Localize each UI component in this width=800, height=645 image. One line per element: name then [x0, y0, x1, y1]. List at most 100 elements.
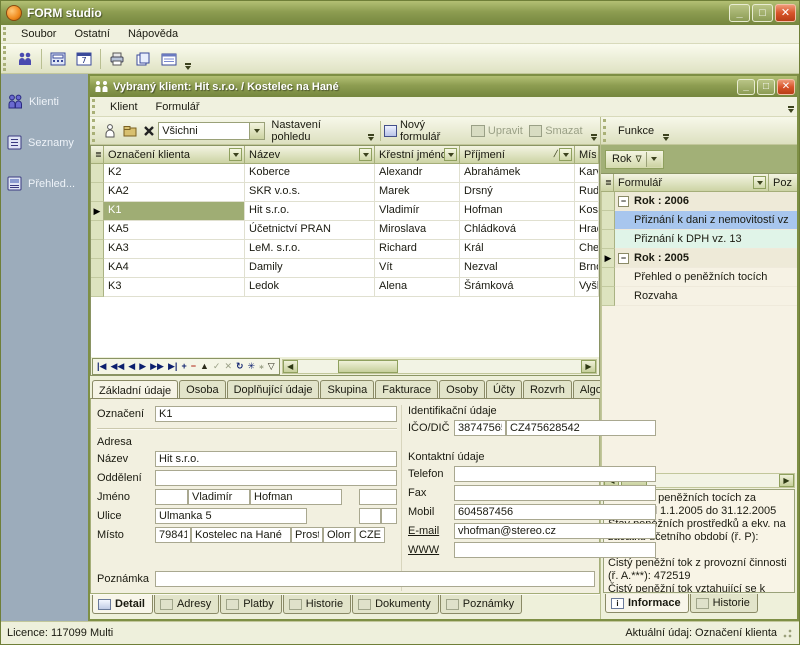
tab-dokumenty[interactable]: Dokumenty	[352, 595, 439, 614]
row-selector[interactable]	[602, 211, 615, 230]
grid-corner-button[interactable]: ≣	[91, 146, 104, 164]
collapse-icon[interactable]: −	[618, 196, 629, 207]
toolbar-overflow-button[interactable]	[182, 44, 194, 73]
email-field[interactable]	[454, 523, 656, 539]
tab-informace[interactable]: i Informace	[605, 594, 689, 613]
column-filter-icon[interactable]	[559, 148, 572, 161]
email-link-label[interactable]: E-mail	[408, 525, 454, 537]
row-selector[interactable]	[91, 240, 104, 259]
chevron-down-icon[interactable]	[249, 123, 264, 139]
tree-item-row[interactable]: Rozvaha	[602, 287, 797, 306]
client-close-button[interactable]: ✕	[777, 79, 795, 95]
nav-insert-button[interactable]: +	[179, 361, 188, 371]
minimize-button[interactable]: _	[729, 4, 750, 22]
table-row[interactable]: K3 Ledok Alena Šrámková Vyšk	[91, 278, 599, 297]
fax-field[interactable]	[454, 485, 656, 501]
titul-field[interactable]	[155, 489, 188, 505]
table-row[interactable]: KA5 Účetnictví PRAN Miroslava Chládková …	[91, 221, 599, 240]
scroll-right-icon[interactable]: ▶	[779, 474, 794, 487]
row-selector[interactable]	[602, 192, 615, 211]
tab-poznamky[interactable]: Poznámky	[440, 595, 522, 614]
ico-field[interactable]	[454, 420, 506, 436]
nav-prev-page-button[interactable]: ◀◀	[108, 361, 126, 372]
tab-detail[interactable]: Detail	[92, 595, 153, 614]
menu-ostatni[interactable]: Ostatní	[65, 26, 118, 42]
misto-field[interactable]	[191, 527, 291, 543]
column-header-prijmeni[interactable]: Příjmení /	[460, 146, 575, 164]
tree-item-row[interactable]: Přehled o peněžních tocích	[602, 268, 797, 287]
nav-cancel-button[interactable]: ✕	[222, 361, 234, 372]
tab-skupina[interactable]: Skupina	[320, 380, 374, 398]
tree-group-row[interactable]: ▶ −Rok : 2005	[602, 249, 797, 268]
psc-field[interactable]	[155, 527, 191, 543]
column-filter-icon[interactable]	[444, 148, 457, 161]
column-header-poznamka[interactable]: Poz	[769, 174, 797, 192]
row-selector[interactable]	[91, 278, 104, 297]
menu-klient[interactable]: Klient	[101, 99, 147, 115]
table-row[interactable]: K2 Koberce Alexandr Abrahámek Karv	[91, 164, 599, 183]
view-settings-button[interactable]: Nastavení pohledu	[265, 116, 365, 146]
column-header-misto[interactable]: Místo	[575, 146, 599, 164]
row-selector[interactable]	[602, 268, 615, 287]
scrollbar-thumb[interactable]	[338, 360, 398, 373]
ulice-field[interactable]	[155, 508, 307, 524]
grid-horizontal-scrollbar[interactable]: ◀ ▶	[282, 359, 597, 374]
row-selector[interactable]	[91, 164, 104, 183]
jmeno-field[interactable]	[188, 489, 250, 505]
telefon-field[interactable]	[454, 466, 656, 482]
client-maximize-button[interactable]: □	[757, 79, 775, 95]
toolbar-grip[interactable]	[92, 99, 99, 114]
calendar-icon[interactable]: 7	[71, 47, 97, 71]
view-filter-select[interactable]: Všichni	[158, 122, 265, 140]
dic-field[interactable]	[506, 420, 656, 436]
kraj-field[interactable]	[323, 527, 355, 543]
nav-next-page-button[interactable]: ▶▶	[148, 361, 166, 372]
menu-formular[interactable]: Formulář	[147, 99, 209, 115]
row-selector[interactable]	[602, 230, 615, 249]
prijmeni-field[interactable]	[250, 489, 342, 505]
tab-rozvrh[interactable]: Rozvrh	[523, 380, 572, 398]
table-row[interactable]: KA3 LeM. s.r.o. Richard Král Cheb	[91, 240, 599, 259]
copy-icon[interactable]	[130, 47, 156, 71]
edit-button[interactable]: Upravit	[488, 122, 529, 140]
toolbar-grip[interactable]	[92, 119, 99, 142]
tree-item-row-selected[interactable]: Přiznání k dani z nemovitostí vz	[602, 211, 797, 230]
column-header-formular[interactable]: Formulář	[614, 174, 769, 192]
clients-icon[interactable]	[12, 47, 38, 71]
column-filter-icon[interactable]	[229, 148, 242, 161]
resize-grip[interactable]	[781, 627, 793, 639]
menubar-overflow-button[interactable]	[785, 97, 797, 116]
cislo-orientacni-field[interactable]	[381, 508, 397, 524]
nav-goto-bookmark-button[interactable]: ⁎	[257, 361, 266, 372]
stat-field[interactable]	[355, 527, 385, 543]
nav-next-button[interactable]: ▶	[137, 361, 148, 372]
www-link-label[interactable]: WWW	[408, 544, 454, 556]
toolbar-overflow-button[interactable]	[589, 117, 600, 144]
row-selector[interactable]	[91, 183, 104, 202]
tab-fakturace[interactable]: Fakturace	[375, 380, 438, 398]
row-selector[interactable]	[91, 221, 104, 240]
tab-doplnujici-udaje[interactable]: Doplňující údaje	[227, 380, 320, 398]
current-row-marker-icon[interactable]: ▶	[91, 202, 104, 221]
nav-prev-button[interactable]: ◀	[126, 361, 137, 372]
tab-osoba[interactable]: Osoba	[179, 380, 225, 398]
row-selector[interactable]	[602, 287, 615, 306]
poznamka-field[interactable]	[155, 571, 595, 587]
client-minimize-button[interactable]: _	[737, 79, 755, 95]
menu-soubor[interactable]: Soubor	[12, 26, 65, 42]
tab-ucty[interactable]: Účty	[486, 380, 522, 398]
table-row[interactable]: KA2 SKR v.o.s. Marek Drsný Rudn	[91, 183, 599, 202]
okres-field[interactable]	[291, 527, 323, 543]
sidebar-item-prehled[interactable]: Přehled...	[1, 170, 88, 197]
calculator-icon[interactable]	[45, 47, 71, 71]
nav-post-button[interactable]: ✓	[211, 361, 223, 372]
folder-filter-icon[interactable]	[120, 119, 139, 143]
nav-refresh-button[interactable]: ↻	[234, 361, 246, 372]
table-row-selected[interactable]: ▶ K1 Hit s.r.o. Vladimír Hofman Kost	[91, 202, 599, 221]
sidebar-item-seznamy[interactable]: Seznamy	[1, 129, 88, 156]
column-header-oznaceni[interactable]: Označení klienta	[104, 146, 245, 164]
grid-corner-button[interactable]: ≣	[601, 174, 614, 192]
nav-filter-button[interactable]: ▽	[266, 361, 277, 372]
sidebar-item-klienti[interactable]: Klienti	[1, 88, 88, 115]
toolbar-overflow-button[interactable]	[365, 117, 376, 144]
